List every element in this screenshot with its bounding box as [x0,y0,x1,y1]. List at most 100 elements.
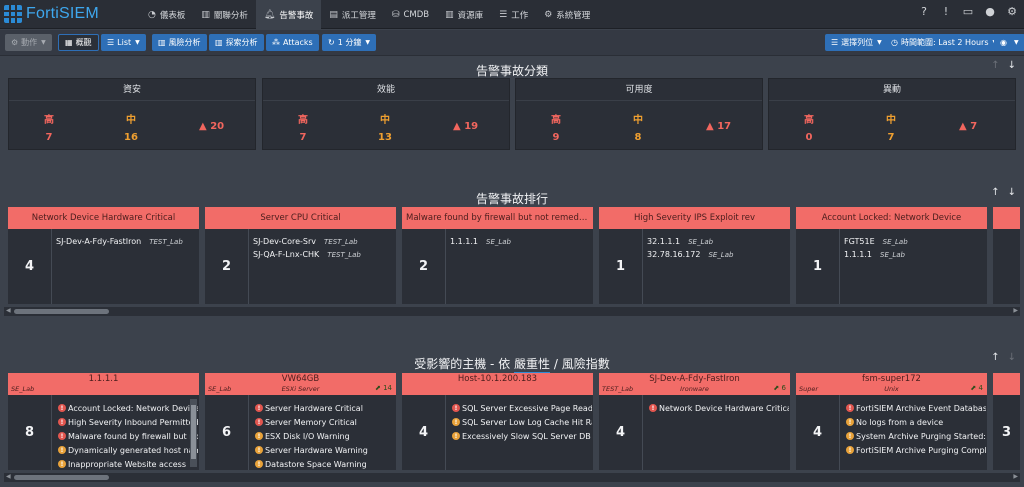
list-item[interactable]: ! Network Device Hardware Critical [649,401,789,415]
action-button[interactable]: ⚙ 動作 ▼ [5,34,52,51]
nav-resources[interactable]: ▥ 資源庫 [437,0,491,29]
ranking-title: Server CPU Critical [205,207,396,229]
nav-dashboard[interactable]: ◔ 儀表板 [140,0,193,29]
card-icon[interactable]: ▭ [962,6,974,18]
arrow-up-icon[interactable]: ↑ [991,60,999,71]
category-medium[interactable]: 中8 [608,111,668,143]
scroll-right-icon[interactable]: ▶ [1013,307,1018,314]
hosts-horizontal-scrollbar[interactable]: ◀ ▶ [4,473,1020,482]
host-card[interactable]: Host-10.1.200.183 4 ! SQL Server Excessiv… [402,373,593,470]
category-high[interactable]: 高0 [779,111,839,143]
list-item[interactable]: ! FortiSIEM Archive Event Database [846,401,986,415]
host-card[interactable]: 1.1.1.1 SE_Lab 8 ! Account Locked: Networ… [8,373,199,470]
list-item[interactable]: ! Inappropriate Website access [58,457,198,471]
list-item[interactable]: SJ-QA-F-Lnx-CHK TEST_Lab [253,250,361,263]
category-medium[interactable]: 中 13 [355,111,415,143]
medium-severity-icon: ! [58,460,66,468]
select-columns-button[interactable]: ☰ 選擇列位 ▼ [825,34,888,51]
ranking-card[interactable]: Server CPU Critical 2 SJ-Dev-Core-Srv TES… [205,207,396,304]
scroll-right-icon[interactable]: ▶ [1013,473,1018,480]
arrow-up-icon[interactable]: ↑ [991,352,999,363]
ranking-card[interactable]: Account Locked: Network Device 1 FGT51E S… [796,207,987,304]
list-item[interactable]: 1.1.1.1 SE_Lab [450,237,511,250]
list-item[interactable]: 1.1.1.1 SE_Lab [844,250,908,263]
time-range-button[interactable]: ◷時間範圍: Last 2 Hours▼ [885,34,1004,51]
list-item[interactable]: ! Server Memory Critical [255,415,395,429]
category-card-change[interactable]: 異動 高0 中7 ▲ 7 [768,78,1016,150]
list-item[interactable]: ! Account Locked: Network Device [58,401,198,415]
list-button[interactable]: ☰ List ▼ [101,34,146,51]
list-item[interactable]: ! SQL Server Excessive Page Read/W [452,401,592,415]
app-name: FortiSIEM [26,5,99,22]
arrow-down-icon[interactable]: ↓ [1008,352,1016,363]
category-trend: ▲ 7 [959,121,978,132]
scrollbar-thumb[interactable] [14,309,109,314]
ranking-card[interactable]: Malware found by firewall but not remedi… [402,207,593,304]
chart-icon: ▥ [215,38,223,47]
list-item[interactable]: ! High Severity Inbound Permitted [58,415,198,429]
ranking-card[interactable]: Network Device Hardware Critical 4 SJ-De… [8,207,199,304]
scrollbar-thumb[interactable] [14,475,109,480]
host-card[interactable]: SJ-Dev-A-Fdy-FastIron TEST_Lab Ironware … [599,373,790,470]
list-item[interactable]: SJ-Dev-Core-Srv TEST_Lab [253,237,361,250]
category-card-security[interactable]: 資安 高7 中 16 ▲ 20 [8,78,256,150]
nav-admin[interactable]: ⚙ 系統管理 [536,0,598,29]
category-high[interactable]: 高7 [19,111,79,143]
host-card[interactable]: VW64GB SE_Lab ESXi Server ⬈ 14 6 ! Server… [205,373,396,470]
arrow-down-icon[interactable]: ↓ [1008,60,1016,71]
list-item[interactable]: ! Server Hardware Warning [255,443,395,457]
list-item[interactable]: ! SQL Server Low Log Cache Hit Rat [452,415,592,429]
list-item[interactable]: ! No logs from a device [846,415,986,429]
category-high[interactable]: 高9 [526,111,586,143]
list-item[interactable]: 32.78.16.172 SE_Lab [647,250,733,263]
scroll-left-icon[interactable]: ◀ [6,473,11,480]
host-trend: ⬈ 6 [773,384,786,392]
scroll-left-icon[interactable]: ◀ [6,307,11,314]
list-item[interactable]: ! Datastore Space Warning [255,457,395,471]
user-settings-button[interactable]: ◉ ▼ [994,34,1024,51]
refresh-interval-button[interactable]: ↻ 1 分鐘 ▼ [322,34,376,51]
list-item[interactable]: SJ-Dev-A-Fdy-FastIron TEST_Lab [56,237,183,250]
category-card-availability[interactable]: 可用度 高9 中8 ▲ 17 [515,78,763,150]
category-high[interactable]: 高7 [273,111,333,143]
ranking-card[interactable]: High Severity IPS Exploit rev 1 32.1.1.1… [599,207,790,304]
list-item[interactable]: ! System Archive Purging Started: P [846,429,986,443]
arrow-up-icon[interactable]: ↑ [991,187,999,198]
sort-by-severity-link[interactable]: 嚴重性 [514,357,551,373]
nav-incidents[interactable]: 🔔︎ 告警事故 [255,0,322,29]
list-item[interactable]: ! FortiSIEM Archive Purging Comple [846,443,986,457]
list-item[interactable]: ! Dynamically generated host name [58,443,198,457]
app-logo[interactable]: FortiSIEM [4,4,99,24]
ranking-card-partial[interactable] [993,207,1020,304]
scrollbar-thumb[interactable] [191,405,196,459]
overview-button[interactable]: ▦ 概觀 [58,34,99,51]
host-card-partial[interactable]: 3 [993,373,1020,470]
list-item[interactable]: ! Server Hardware Critical [255,401,395,415]
list-item[interactable]: ! Malware found by firewall but not [58,429,198,443]
category-medium[interactable]: 中7 [861,111,921,143]
category-section-arrows: ↑ ↓ [991,60,1016,71]
risk-analysis-button[interactable]: ▥ 風險分析 [152,34,207,51]
nav-cmdb[interactable]: ⛁ CMDB [384,0,437,29]
sort-by-risk-link[interactable]: 風險指數 [562,357,610,371]
list-item[interactable]: FGT51E SE_Lab [844,237,908,250]
host-card-scrollbar[interactable] [190,399,197,467]
nav-analytics[interactable]: ▥ 關聯分析 [193,0,256,29]
list-item[interactable]: ! ESX Disk I/O Warning [255,429,395,443]
ranking-horizontal-scrollbar[interactable]: ◀ ▶ [4,307,1020,316]
nav-tasks[interactable]: ☰ 工作 [491,0,536,29]
high-severity-icon: ! [846,404,854,412]
attacks-button[interactable]: ⁂ Attacks [266,34,319,51]
category-medium[interactable]: 中 16 [101,111,161,143]
explore-analysis-button[interactable]: ▥ 探索分析 [209,34,264,51]
arrow-down-icon[interactable]: ↓ [1008,187,1016,198]
gear-icon[interactable]: ⚙ [1006,6,1018,18]
help-icon[interactable]: ? [918,6,930,18]
user-icon[interactable]: ● [984,6,996,18]
list-item[interactable]: ! Excessively Slow SQL Server DB Qu [452,429,592,443]
list-item[interactable]: 32.1.1.1 SE_Lab [647,237,733,250]
host-card[interactable]: fsm-super172 Super Unix ⬈ 4 4 ! FortiSIEM… [796,373,987,470]
alert-icon[interactable]: ! [940,6,952,18]
category-card-performance[interactable]: 效能 高7 中 13 ▲ 19 [262,78,510,150]
nav-cases[interactable]: ▤ 派工管理 [321,0,384,29]
